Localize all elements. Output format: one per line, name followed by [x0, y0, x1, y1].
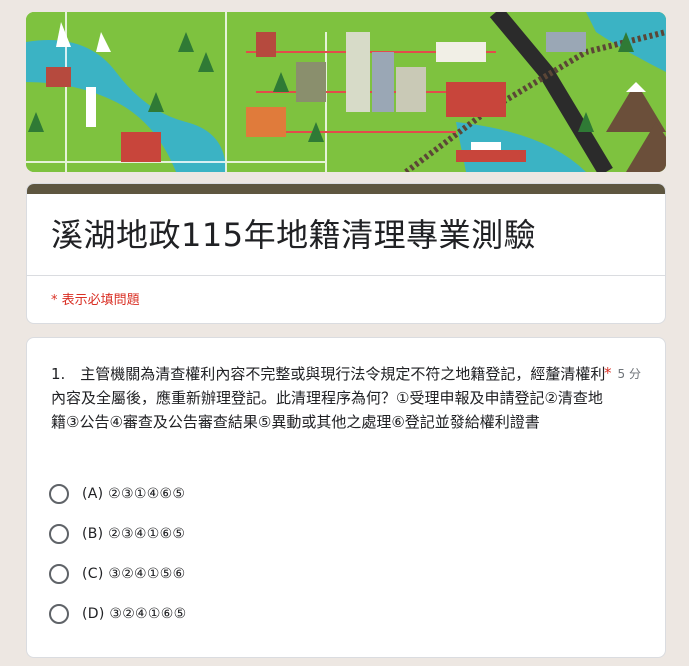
- radio-circle-icon[interactable]: [49, 484, 69, 504]
- form-header-card: 溪湖地政115年地籍清理專業測驗 * 表示必填問題: [26, 183, 666, 324]
- option-b[interactable]: (B) ②③④①⑥⑤: [49, 521, 185, 547]
- header-divider: [27, 275, 665, 276]
- points-label: 5 分: [617, 367, 641, 381]
- question-text: 1. 主管機關為清查權利內容不完整或與現行法令規定不符之地籍登記，經釐清權利內容…: [51, 365, 606, 431]
- option-label: (C) ③②④①⑤⑥: [82, 566, 186, 582]
- required-asterisk: *: [604, 364, 612, 382]
- option-a[interactable]: (A) ②③①④⑥⑤: [49, 481, 185, 507]
- radio-circle-icon[interactable]: [49, 564, 69, 584]
- option-c[interactable]: (C) ③②④①⑤⑥: [49, 561, 185, 587]
- option-label: (B) ②③④①⑥⑤: [82, 526, 186, 542]
- city-map-illustration-icon: [26, 12, 666, 172]
- option-d[interactable]: (D) ③②④①⑥⑤: [49, 601, 186, 627]
- option-label: (D) ③②④①⑥⑤: [82, 606, 187, 622]
- theme-color-bar: [27, 184, 665, 194]
- radio-circle-icon[interactable]: [49, 524, 69, 544]
- question-points: * 5 分: [604, 364, 641, 382]
- question-card: 1. 主管機關為清查權利內容不完整或與現行法令規定不符之地籍登記，經釐清權利內容…: [26, 337, 666, 658]
- option-label: (A) ②③①④⑥⑤: [82, 486, 186, 502]
- radio-circle-icon[interactable]: [49, 604, 69, 624]
- header-banner: [26, 12, 666, 172]
- form-title: 溪湖地政115年地籍清理專業測驗: [51, 216, 537, 254]
- required-note: * 表示必填問題: [51, 293, 140, 308]
